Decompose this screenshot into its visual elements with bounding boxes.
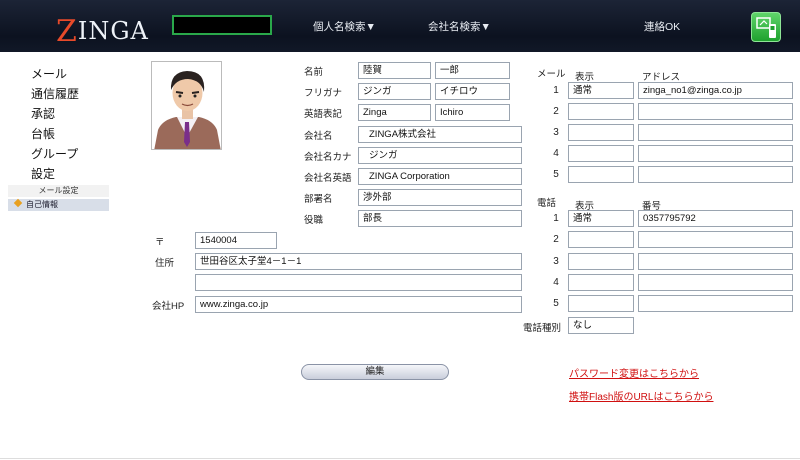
- mail-display-field[interactable]: [568, 124, 634, 141]
- homepage-field[interactable]: www.zinga.co.jp: [195, 296, 522, 313]
- english-name-label: 英語表記: [304, 109, 343, 120]
- sidebar-item-mail[interactable]: メール: [31, 65, 67, 82]
- phone-row-number: 2: [553, 234, 559, 245]
- mail-address-field[interactable]: [638, 166, 793, 183]
- avatar: [151, 61, 222, 150]
- company-kana-field[interactable]: ジンガ: [358, 147, 522, 164]
- phone-type-label: 電話種別: [523, 323, 562, 334]
- mail-display-header: 表示: [575, 72, 595, 83]
- address-line2-field[interactable]: [195, 274, 522, 291]
- phone-display-field[interactable]: 通常: [568, 210, 634, 227]
- kana-label: フリガナ: [304, 88, 343, 99]
- mail-section-label: メール: [537, 69, 566, 80]
- sidebar-item-approval[interactable]: 承認: [31, 105, 55, 122]
- mail-row-number: 1: [553, 85, 559, 96]
- company-label: 会社名: [304, 131, 333, 142]
- phone-number-field[interactable]: [638, 274, 793, 291]
- phone-number-field[interactable]: [638, 295, 793, 312]
- phone-display-field[interactable]: [568, 274, 634, 291]
- mail-display-field[interactable]: 通常: [568, 82, 634, 99]
- mail-display-field[interactable]: [568, 166, 634, 183]
- logo-text: INGA: [77, 17, 149, 45]
- mobile-phone-icon[interactable]: [751, 12, 781, 42]
- top-header: ZINGA 個人名検索▼ 会社名検索▼ 連絡OK: [0, 0, 800, 52]
- address-line1-field[interactable]: 世田谷区太子堂4－1－1: [195, 253, 522, 270]
- mail-display-field[interactable]: [568, 145, 634, 162]
- address-label: 住所: [155, 258, 175, 269]
- sidebar-subitem-self-info[interactable]: 自己情報: [8, 198, 109, 211]
- logo-initial: Z: [56, 14, 78, 49]
- mail-address-field[interactable]: [638, 145, 793, 162]
- first-name-field[interactable]: 一郎: [435, 62, 510, 79]
- company-search-menu[interactable]: 会社名検索▼: [428, 19, 491, 34]
- sidebar-subitem-mail-settings[interactable]: メール設定: [8, 185, 109, 197]
- phone-display-field[interactable]: [568, 295, 634, 312]
- contact-ok-status[interactable]: 連絡OK: [644, 19, 680, 34]
- position-field[interactable]: 部長: [358, 210, 522, 227]
- zip-field[interactable]: 1540004: [195, 232, 277, 249]
- phone-row-number: 5: [553, 298, 559, 309]
- phone-display-field[interactable]: [568, 231, 634, 248]
- phone-number-field[interactable]: [638, 231, 793, 248]
- mail-row-number: 5: [553, 169, 559, 180]
- sidebar-subitem-label: 自己情報: [26, 200, 58, 209]
- department-field[interactable]: 渉外部: [358, 189, 522, 206]
- mail-address-header: アドレス: [642, 72, 681, 83]
- person-search-menu[interactable]: 個人名検索▼: [313, 19, 376, 34]
- company-field[interactable]: ZINGA株式会社: [358, 126, 522, 143]
- phone-type-field[interactable]: なし: [568, 317, 634, 334]
- company-english-field[interactable]: ZINGA Corporation: [358, 168, 522, 185]
- password-change-link[interactable]: パスワード変更はこちらから: [569, 365, 699, 380]
- search-input[interactable]: [172, 15, 272, 35]
- phone-row-number: 1: [553, 213, 559, 224]
- company-english-label: 会社名英語: [304, 173, 352, 184]
- phone-number-field[interactable]: [638, 253, 793, 270]
- company-kana-label: 会社名カナ: [304, 152, 352, 163]
- footer-divider: [0, 458, 800, 459]
- position-label: 役職: [304, 215, 324, 226]
- edit-button[interactable]: 編集: [301, 364, 449, 380]
- last-name-field[interactable]: 陸賀: [358, 62, 431, 79]
- homepage-label: 会社HP: [152, 301, 185, 312]
- phone-section-label: 電話: [537, 198, 557, 209]
- sidebar-item-settings[interactable]: 設定: [31, 165, 55, 182]
- first-english-field[interactable]: Ichiro: [435, 104, 510, 121]
- name-label: 名前: [304, 67, 324, 78]
- mail-row-number: 4: [553, 148, 559, 159]
- mail-row-number: 2: [553, 106, 559, 117]
- department-label: 部署名: [304, 194, 333, 205]
- sidebar-item-ledger[interactable]: 台帳: [31, 125, 55, 142]
- last-english-field[interactable]: Zinga: [358, 104, 431, 121]
- mail-address-field[interactable]: zinga_no1@zinga.co.jp: [638, 82, 793, 99]
- diamond-icon: [13, 198, 23, 208]
- phone-row-number: 4: [553, 277, 559, 288]
- sidebar-item-group[interactable]: グループ: [31, 145, 78, 162]
- last-kana-field[interactable]: ジンガ: [358, 83, 431, 100]
- mail-address-field[interactable]: [638, 103, 793, 120]
- phone-display-field[interactable]: [568, 253, 634, 270]
- sidebar-item-history[interactable]: 通信履歴: [31, 85, 79, 102]
- phone-number-field[interactable]: 0357795792: [638, 210, 793, 227]
- zip-label: 〒: [155, 237, 165, 248]
- first-kana-field[interactable]: イチロウ: [435, 83, 510, 100]
- mail-display-field[interactable]: [568, 103, 634, 120]
- mobile-flash-url-link[interactable]: 携帯Flash版のURLはこちらから: [569, 388, 713, 403]
- mail-row-number: 3: [553, 127, 559, 138]
- phone-row-number: 3: [553, 256, 559, 267]
- zinga-logo[interactable]: ZINGA: [56, 12, 149, 49]
- mail-address-field[interactable]: [638, 124, 793, 141]
